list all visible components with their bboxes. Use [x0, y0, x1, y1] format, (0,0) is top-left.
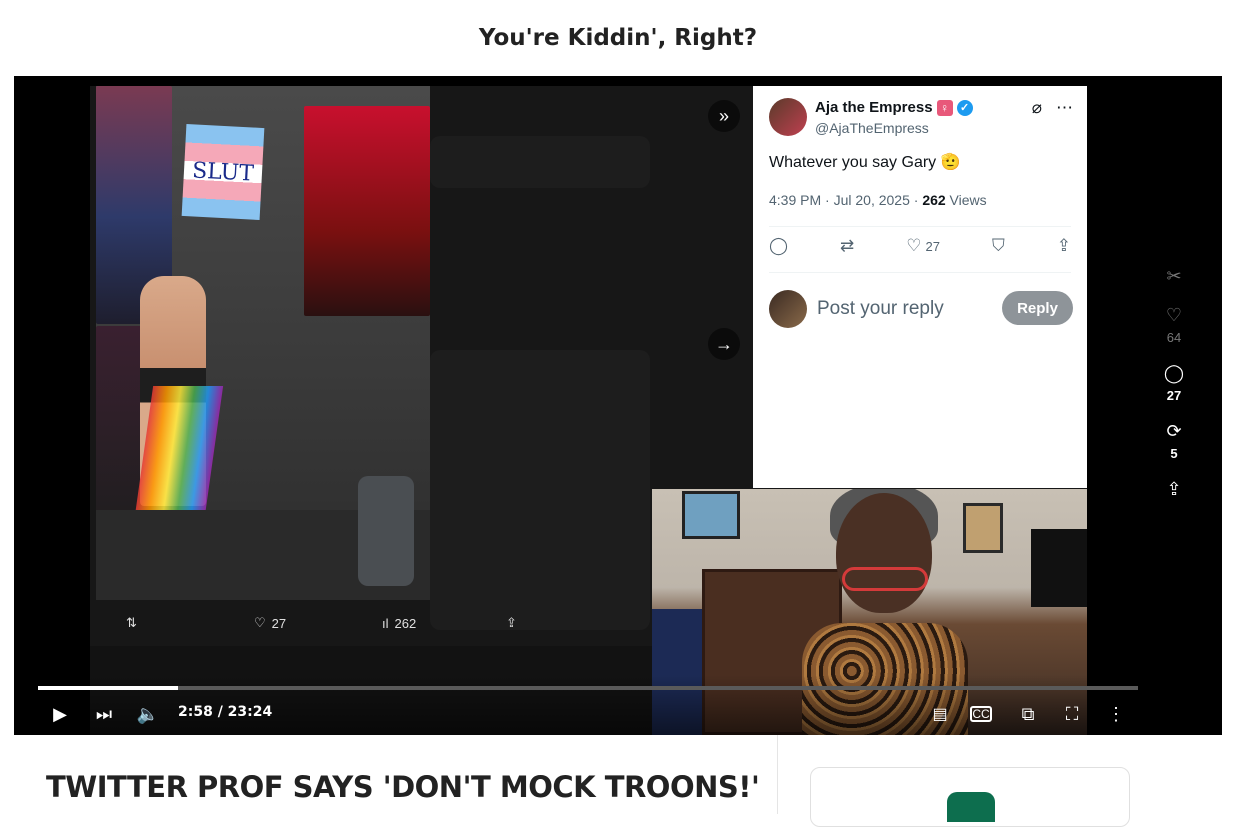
poster-right [304, 106, 430, 316]
restack-button[interactable]: ⟳ 5 [1166, 421, 1181, 461]
heart-icon: ♡ [906, 236, 922, 255]
tweet-timestamp[interactable]: 4:39 PM · Jul 20, 2025 · [769, 192, 922, 208]
retweet-icon[interactable]: ⇄ [840, 236, 854, 256]
comment-icon: ◯ [1163, 363, 1185, 383]
tweet-card: Aja the Empress ♀ ✓ @AjaTheEmpress ⌀ ⋯ W… [753, 86, 1087, 488]
embedded-views[interactable]: ıl 262 [382, 616, 416, 631]
grok-icon[interactable]: ⌀ [1032, 98, 1042, 118]
restack-icon: ⟳ [1166, 421, 1182, 441]
author-name[interactable]: Aja the Empress [815, 99, 933, 116]
play-icon[interactable]: ▶ [46, 702, 74, 726]
skip-next-icon[interactable]: ⏭ [90, 702, 118, 726]
video-player[interactable]: SLUT » → ⇅ ♡ 27 ıl 262 ⇪ Aja the Empress… [14, 76, 1222, 735]
sidebar-card[interactable] [810, 767, 1130, 827]
embedded-like-count: 27 [271, 615, 287, 631]
wall-picture [963, 503, 1003, 553]
dimmed-block [430, 136, 650, 188]
article-title: TWITTER PROF SAYS 'DON'T MOCK TROONS!' [46, 770, 760, 804]
reply-icon[interactable]: ◯ [769, 236, 788, 256]
share-button[interactable]: ⇪ [1166, 479, 1181, 500]
like-button[interactable]: ♡ 27 [906, 236, 940, 256]
time-display: 2:58 / 23:24 [178, 704, 273, 720]
restack-count: 5 [1170, 446, 1178, 461]
volume-icon[interactable]: 🔈 [134, 702, 162, 726]
divider [769, 226, 1071, 227]
television [1031, 529, 1087, 607]
share-icon: ⇪ [1166, 479, 1182, 499]
embedded-post-actions: ⇅ ♡ 27 ıl 262 ⇪ [90, 600, 650, 646]
column-divider [777, 735, 778, 814]
progress-bar[interactable] [38, 686, 1138, 690]
dimmed-tweet-column [430, 136, 650, 630]
picture-in-picture-icon[interactable]: ⧉ [1014, 702, 1042, 726]
scissors-icon: ✂ [1166, 266, 1182, 286]
like-count: 64 [1166, 330, 1182, 345]
embedded-like[interactable]: ♡ 27 [254, 615, 286, 631]
protest-photo: SLUT [96, 86, 430, 600]
more-options-icon[interactable]: ⋮ [1102, 702, 1130, 726]
female-sign-icon: ♀ [936, 99, 953, 116]
tweet-actions: ◯ ⇄ ♡ 27 ⛉ ⇪ [769, 236, 1071, 256]
verified-badge-icon: ✓ [956, 99, 973, 116]
embedded-view-count: 262 [394, 615, 417, 631]
wall-picture [682, 491, 740, 539]
share-icon[interactable]: ⇪ [506, 615, 517, 631]
author-row: Aja the Empress ♀ ✓ [815, 99, 973, 116]
page-header: You're Kiddin', Right? [0, 0, 1236, 76]
forward-double-icon[interactable]: » [708, 100, 740, 132]
transcript-icon[interactable]: ▤ [926, 702, 954, 726]
clip-button[interactable]: ✂ [1166, 266, 1181, 287]
page-title: You're Kiddin', Right? [478, 25, 758, 51]
progress-fill [38, 686, 178, 690]
heart-icon: ♡ [254, 615, 266, 630]
avatar[interactable] [769, 98, 807, 136]
tweet-like-count: 27 [925, 238, 940, 254]
author-handle[interactable]: @AjaTheEmpress [815, 120, 929, 136]
reply-input[interactable]: Post your reply [817, 298, 944, 320]
heart-icon: ♡ [1165, 305, 1183, 325]
presenter-glasses [842, 567, 928, 591]
backpack [358, 476, 414, 586]
dimmed-block [430, 350, 650, 630]
tweet-views-number: 262 [922, 192, 946, 208]
views-bar-icon: ıl [382, 615, 389, 631]
avatar [769, 290, 807, 328]
bookmark-icon[interactable]: ⛉ [992, 236, 1005, 256]
tweet-text: Whatever you say Gary 🫡 [769, 154, 961, 171]
side-rail: ✂ ♡ 64 ◯ 27 ⟳ 5 ⇪ [1150, 266, 1198, 518]
video-frame[interactable]: SLUT » → ⇅ ♡ 27 ıl 262 ⇪ Aja the Empress… [90, 86, 1087, 735]
closed-captions-icon[interactable]: CC [970, 706, 992, 722]
comment-button[interactable]: ◯ 27 [1164, 363, 1184, 403]
tweet-views-label: Views [945, 192, 987, 208]
protest-sign: SLUT [181, 124, 265, 220]
fullscreen-icon[interactable]: ⛶ [1058, 702, 1086, 726]
divider [769, 272, 1071, 273]
more-icon[interactable]: ⋯ [1056, 98, 1073, 118]
arrow-right-icon[interactable]: → [708, 328, 740, 360]
share-icon[interactable]: ⇪ [1057, 236, 1071, 256]
reply-button[interactable]: Reply [1002, 291, 1073, 325]
tweet-top-icons: ⌀ ⋯ [1032, 98, 1073, 118]
publication-logo [947, 792, 995, 822]
presenter-head [836, 493, 932, 613]
comment-count: 27 [1166, 388, 1182, 403]
retweet-icon[interactable]: ⇅ [126, 615, 137, 631]
like-button[interactable]: ♡ 64 [1166, 305, 1182, 345]
tweet-meta: 4:39 PM · Jul 20, 2025 · 262 Views [769, 192, 987, 208]
